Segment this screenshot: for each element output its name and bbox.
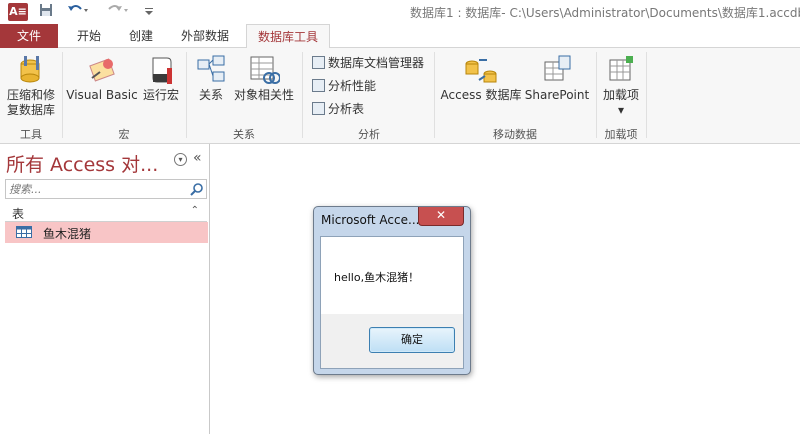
- relationships-button[interactable]: 关系: [192, 54, 230, 103]
- group-label-move-data: 移动数据: [493, 128, 537, 141]
- documenter-icon: [312, 56, 325, 69]
- analyze-table-button[interactable]: 分析表: [312, 100, 364, 118]
- group-label-add-ins: 加载项: [604, 128, 638, 141]
- sharepoint-button[interactable]: SharePoint: [524, 54, 590, 103]
- object-dependencies-icon: [250, 56, 280, 84]
- access-database-icon: [465, 59, 497, 83]
- compact-repair-label-1: 压缩和修: [6, 88, 55, 102]
- dialog-title: Microsoft Acce...: [321, 213, 420, 227]
- save-icon[interactable]: [38, 3, 54, 21]
- object-dependencies-button[interactable]: 对象相关性: [232, 54, 296, 103]
- undo-icon[interactable]: [66, 3, 90, 21]
- nav-menu-chevron-icon[interactable]: ▾: [174, 153, 187, 166]
- title-bar: A≡ 数据库1 : 数据库- C:\Users\Administrator\Do…: [0, 0, 800, 24]
- collapse-pane-icon[interactable]: «: [193, 150, 202, 166]
- sharepoint-label: SharePoint: [524, 88, 590, 102]
- database-documenter-label: 数据库文档管理器: [328, 56, 425, 70]
- nav-pane-title[interactable]: 所有 Access 对...: [6, 150, 158, 177]
- navigation-pane: 所有 Access 对... ▾ « 表 ⌃ 鱼木混猪: [0, 144, 210, 434]
- dialog-close-button[interactable]: ✕: [418, 207, 464, 226]
- nav-item-label: 鱼木混猪: [43, 227, 92, 241]
- table-icon: [16, 226, 32, 238]
- group-label-relationships: 关系: [233, 128, 255, 141]
- group-label-analyze: 分析: [358, 128, 380, 141]
- add-ins-button[interactable]: 加载项 ▾: [600, 54, 642, 118]
- add-ins-icon: [609, 56, 633, 81]
- dialog-body: hello,鱼木混猪！ 确定: [320, 236, 464, 369]
- chevron-down-icon: ▾: [617, 103, 625, 117]
- tab-home[interactable]: 开始: [66, 24, 112, 48]
- dialog-message-area: hello,鱼木混猪！: [321, 237, 463, 314]
- analyze-performance-icon: [312, 79, 325, 92]
- group-label-macro: 宏: [118, 128, 130, 141]
- compact-repair-icon: [20, 56, 40, 83]
- window-title: 数据库1 : 数据库- C:\Users\Administrator\Docum…: [410, 6, 800, 20]
- database-documenter-button[interactable]: 数据库文档管理器: [312, 54, 424, 72]
- visual-basic-icon: [89, 58, 115, 82]
- tab-file[interactable]: 文件: [0, 24, 58, 48]
- group-divider: [302, 52, 303, 138]
- dialog-message: hello,鱼木混猪！: [334, 271, 420, 284]
- relationships-icon: [197, 55, 225, 82]
- group-divider: [62, 52, 63, 138]
- nav-section-tables[interactable]: 表 ⌃: [5, 204, 207, 222]
- visual-basic-label: Visual Basic: [66, 88, 138, 102]
- run-macro-icon: [152, 57, 172, 84]
- analyze-performance-label: 分析性能: [328, 79, 377, 93]
- group-divider: [646, 52, 647, 138]
- search-icon[interactable]: [190, 182, 204, 196]
- tab-external-data[interactable]: 外部数据: [172, 24, 238, 48]
- access-database-button[interactable]: Access 数据库: [440, 54, 522, 103]
- access-app-icon[interactable]: A≡: [8, 3, 28, 21]
- nav-search-input[interactable]: [6, 180, 186, 198]
- analyze-performance-button[interactable]: 分析性能: [312, 77, 376, 95]
- run-macro-label: 运行宏: [142, 88, 179, 102]
- run-macro-button[interactable]: 运行宏: [140, 54, 182, 103]
- tab-database-tools[interactable]: 数据库工具: [246, 24, 330, 49]
- customize-icon[interactable]: [142, 3, 156, 21]
- compact-repair-label-2: 复数据库: [6, 103, 55, 117]
- group-label-tools: 工具: [20, 128, 42, 141]
- sharepoint-icon: [544, 55, 571, 81]
- nav-section-label: 表: [12, 207, 25, 221]
- ribbon: 压缩和修 复数据库 工具 Visual Basic 运行宏 宏 关系 对象相关性…: [0, 48, 800, 144]
- nav-search-box: [5, 179, 207, 199]
- group-divider: [434, 52, 435, 138]
- access-database-label: Access 数据库: [440, 88, 522, 102]
- main-workspace: [211, 144, 800, 434]
- relationships-label: 关系: [198, 88, 223, 102]
- visual-basic-button[interactable]: Visual Basic: [66, 54, 138, 103]
- ribbon-tabs: 文件 开始 创建 外部数据 数据库工具: [0, 24, 800, 49]
- redo-icon[interactable]: [106, 3, 130, 21]
- object-dependencies-label: 对象相关性: [233, 88, 294, 102]
- compact-repair-button[interactable]: 压缩和修 复数据库: [4, 54, 58, 118]
- add-ins-label: 加载项: [602, 88, 639, 102]
- group-divider: [596, 52, 597, 138]
- ok-button[interactable]: 确定: [369, 327, 455, 353]
- tab-create[interactable]: 创建: [118, 24, 164, 48]
- analyze-table-label: 分析表: [328, 102, 365, 116]
- chevron-up-icon[interactable]: ⌃: [191, 205, 199, 216]
- message-dialog: Microsoft Acce... ✕ hello,鱼木混猪！ 确定: [313, 206, 471, 375]
- nav-item-table[interactable]: 鱼木混猪: [5, 222, 208, 243]
- group-divider: [186, 52, 187, 138]
- analyze-table-icon: [312, 102, 325, 115]
